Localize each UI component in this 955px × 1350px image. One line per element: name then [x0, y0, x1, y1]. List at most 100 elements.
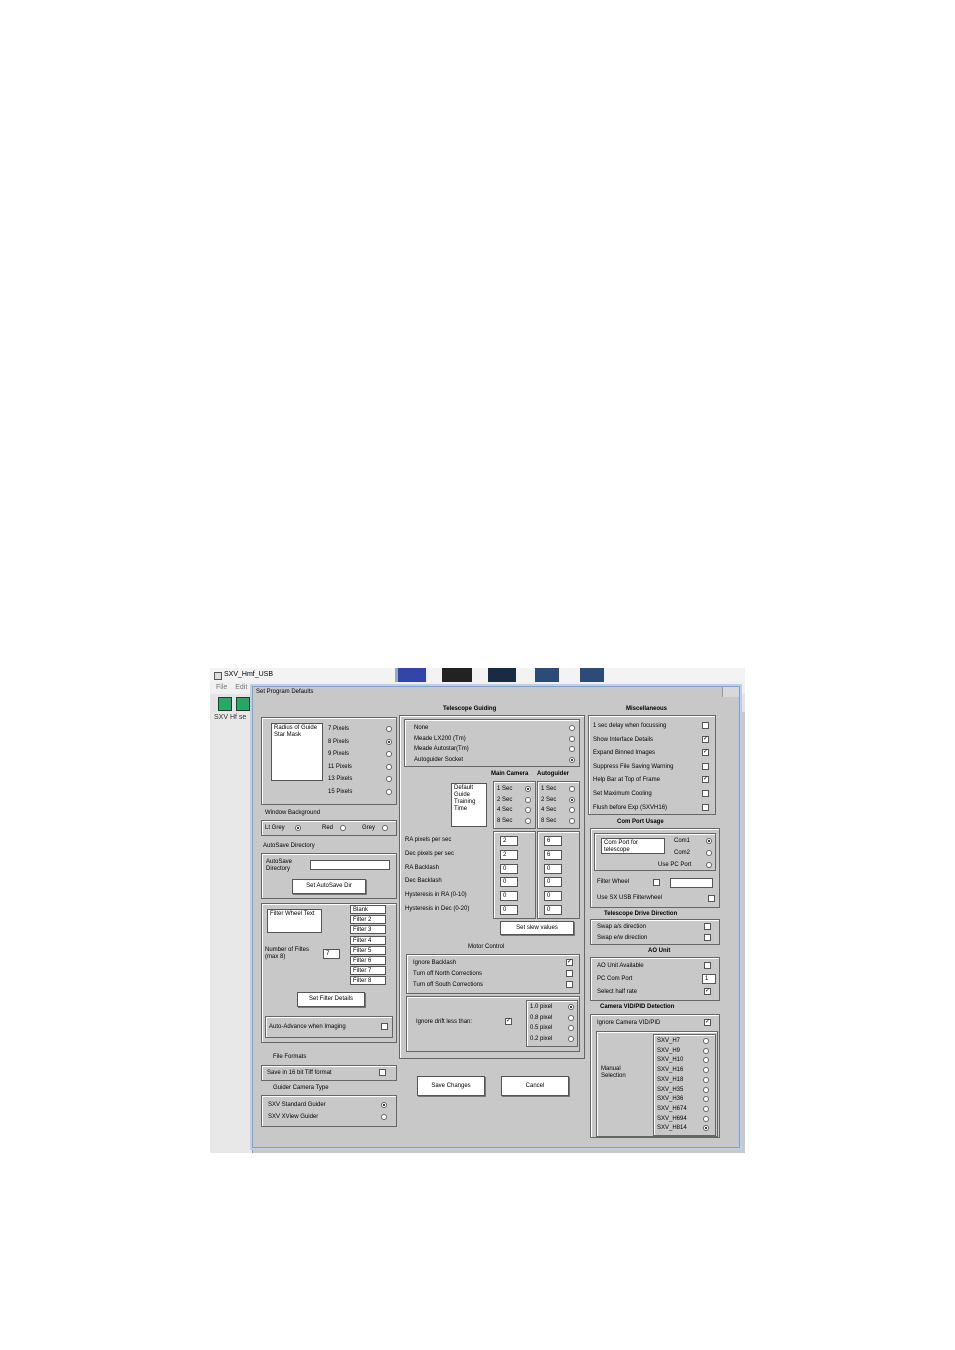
camera-model-radio[interactable]	[703, 1038, 709, 1044]
autoguider-time-radio[interactable]	[569, 796, 575, 803]
main-camera-time-radio[interactable]	[525, 807, 531, 813]
camera-model-radio[interactable]	[703, 1067, 709, 1074]
filter-name-input[interactable]: Filter 5	[350, 945, 386, 955]
camera-model-radio[interactable]	[703, 1096, 709, 1103]
save-changes-button[interactable]: Save Changes	[417, 1076, 485, 1096]
filter-name-input[interactable]: Filter 2	[350, 915, 386, 925]
ao-unit-title: AO Unit	[648, 948, 671, 954]
camera-model-radio[interactable]	[703, 1115, 709, 1122]
filter-name-input[interactable]: Filter 8	[350, 976, 386, 986]
guide-mask-option-radio[interactable]	[386, 763, 392, 770]
misc-option-checkbox[interactable]: ✓	[702, 735, 709, 743]
toolbar-camera-icon[interactable]	[236, 697, 250, 711]
motor-control-option-checkbox[interactable]	[566, 981, 573, 988]
ignore-drift-checkbox[interactable]: ✓	[505, 1018, 512, 1025]
drive-direction-option-checkbox[interactable]	[704, 934, 711, 941]
autoguider-param-input[interactable]: 0	[544, 877, 562, 888]
cancel-button[interactable]: Cancel	[501, 1076, 569, 1096]
main-camera-time-radio[interactable]	[525, 817, 531, 824]
com-port-option-radio[interactable]	[706, 850, 712, 856]
main-camera-param-input[interactable]: 2	[500, 849, 518, 860]
mount-option-radio[interactable]	[569, 735, 575, 742]
motor-control-option-checkbox[interactable]	[566, 970, 573, 977]
ignore-camera-vid-checkbox[interactable]: ✓	[704, 1019, 711, 1026]
camera-model-radio[interactable]	[703, 1105, 709, 1112]
autoguider-param-input[interactable]: 6	[544, 849, 562, 860]
pc-com-port-label: PC Com Port	[597, 976, 633, 982]
sxv-standard-guider-radio[interactable]	[381, 1102, 387, 1108]
misc-option-checkbox[interactable]	[702, 762, 709, 770]
set-slew-values-button[interactable]: Set slew values	[500, 921, 574, 935]
camera-model-radio[interactable]	[703, 1086, 709, 1093]
ao-unit-available-checkbox[interactable]	[704, 962, 711, 969]
sxv-xview-guider-radio[interactable]	[381, 1114, 387, 1120]
guide-mask-option-radio[interactable]	[386, 726, 392, 732]
drift-option-radio[interactable]	[568, 1004, 574, 1010]
select-half-rate-checkbox[interactable]: ✓	[704, 988, 711, 995]
dialog-close-icon[interactable]	[722, 687, 739, 697]
autoguider-param-input[interactable]: 0	[544, 891, 562, 902]
drift-option-radio[interactable]	[568, 1035, 574, 1042]
mount-option-radio[interactable]	[569, 725, 575, 731]
autoguider-param-input[interactable]: 6	[544, 836, 562, 846]
misc-option-checkbox[interactable]	[702, 790, 709, 797]
guide-mask-label: Radius of Guide Star Mask	[271, 723, 323, 781]
mount-option-radio[interactable]	[569, 746, 575, 752]
number-of-filters-input[interactable]: 7	[323, 949, 340, 959]
bg-red-radio[interactable]	[340, 825, 346, 831]
main-camera-param-input[interactable]: 0	[500, 891, 518, 902]
toolbar-camera-icon[interactable]	[218, 697, 232, 711]
main-camera-param-input[interactable]: 0	[500, 905, 518, 915]
filter-name-input[interactable]: Filter 3	[350, 925, 386, 935]
auto-advance-checkbox[interactable]	[381, 1023, 388, 1030]
guide-mask-option-radio[interactable]	[386, 738, 392, 745]
number-of-filters-label: Number of Filtes (max 8)	[265, 947, 310, 960]
menu-edit[interactable]: Edit	[235, 684, 247, 691]
autosave-dir-input[interactable]	[310, 860, 390, 870]
autoguider-time-radio[interactable]	[569, 786, 575, 792]
autoguider-param-input[interactable]: 0	[544, 905, 562, 915]
camera-model-radio[interactable]	[703, 1125, 709, 1132]
drift-option-radio[interactable]	[568, 1025, 574, 1031]
menu-file[interactable]: File	[216, 684, 227, 691]
filter-wheel-checkbox[interactable]	[653, 879, 660, 886]
autoguider-time-radio[interactable]	[569, 817, 575, 824]
filter-wheel-input[interactable]	[670, 878, 713, 888]
bg-grey-radio[interactable]	[382, 825, 388, 831]
tiff-format-checkbox[interactable]	[379, 1069, 386, 1076]
main-camera-param-input[interactable]: 2	[500, 836, 518, 846]
motor-control-option-checkbox[interactable]: ✓	[566, 959, 573, 966]
bg-lt-grey-radio[interactable]	[295, 825, 301, 831]
misc-option-checkbox[interactable]: ✓	[702, 776, 709, 784]
use-sx-usb-filterwheel-checkbox[interactable]	[708, 895, 715, 902]
set-autosave-dir-button[interactable]: Set AutoSave Dir	[292, 879, 366, 894]
pc-com-port-input[interactable]: 1	[702, 974, 716, 984]
guide-mask-option-radio[interactable]	[386, 788, 392, 795]
drift-option-radio[interactable]	[568, 1014, 574, 1021]
main-camera-param-input[interactable]: 0	[500, 877, 518, 888]
filter-name-input[interactable]: Filter 7	[350, 966, 386, 976]
autoguider-param-input[interactable]: 0	[544, 863, 562, 874]
misc-option-checkbox[interactable]	[702, 722, 709, 729]
autoguider-time-radio[interactable]	[569, 807, 575, 813]
title-bar[interactable]: SXV_Hmf_USB	[210, 668, 745, 682]
com-port-option-radio[interactable]	[706, 862, 712, 868]
mount-option-radio[interactable]	[569, 756, 575, 763]
camera-model-radio[interactable]	[703, 1076, 709, 1083]
guide-mask-option-radio[interactable]	[386, 751, 392, 757]
misc-option-checkbox[interactable]	[702, 803, 709, 811]
camera-model-radio[interactable]	[703, 1047, 709, 1054]
filter-name-input[interactable]: Filter 6	[350, 956, 386, 965]
set-filter-details-button[interactable]: Set Filter Details	[297, 992, 365, 1007]
filter-name-input[interactable]: Filter 4	[350, 935, 386, 945]
filter-name-input[interactable]: Blank	[350, 905, 386, 914]
main-camera-time-radio[interactable]	[525, 796, 531, 803]
main-camera-param-input[interactable]: 0	[500, 863, 518, 874]
guiding-param-label: RA pixels per sec	[405, 837, 452, 843]
com-port-option-radio[interactable]	[706, 838, 712, 844]
main-camera-time-radio[interactable]	[525, 786, 531, 792]
misc-option-checkbox[interactable]: ✓	[702, 749, 709, 757]
drive-direction-option-checkbox[interactable]	[704, 923, 711, 930]
guide-mask-option-radio[interactable]	[386, 776, 392, 782]
camera-model-radio[interactable]	[703, 1057, 709, 1064]
